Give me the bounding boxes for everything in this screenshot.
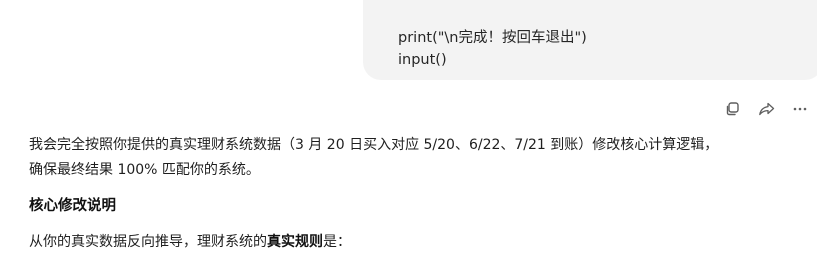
rules-text-suffix: 是： bbox=[323, 234, 351, 250]
more-icon bbox=[793, 107, 807, 111]
share-icon bbox=[758, 102, 774, 116]
rules-text-prefix: 从你的真实数据反向推导，理财系统的 bbox=[29, 234, 267, 250]
copy-icon bbox=[726, 102, 739, 116]
section-heading: 核心修改说明 bbox=[29, 198, 116, 214]
message-actions-toolbar bbox=[722, 99, 810, 119]
more-options-button[interactable] bbox=[790, 99, 810, 119]
assistant-message: 我会完全按照你提供的真实理财系统数据（3 月 20 日买入对应 5/20、6/2… bbox=[29, 133, 799, 254]
assistant-intro-paragraph: 我会完全按照你提供的真实理财系统数据（3 月 20 日买入对应 5/20、6/2… bbox=[29, 133, 799, 183]
intro-line-2: 确保最终结果 100% 匹配你的系统。 bbox=[29, 162, 260, 178]
rules-paragraph: 从你的真实数据反向推导，理财系统的真实规则是： bbox=[29, 230, 799, 254]
intro-line-1: 我会完全按照你提供的真实理财系统数据（3 月 20 日买入对应 5/20、6/2… bbox=[29, 137, 719, 153]
rules-text-bold: 真实规则 bbox=[267, 234, 323, 250]
copy-button[interactable] bbox=[722, 99, 742, 119]
code-line-print: print("\n完成！按回车退出") bbox=[398, 30, 587, 46]
code-line-input: input() bbox=[398, 52, 447, 68]
user-message-bubble: print("\n完成！按回车退出") input() bbox=[363, 0, 817, 80]
share-button[interactable] bbox=[756, 99, 776, 119]
